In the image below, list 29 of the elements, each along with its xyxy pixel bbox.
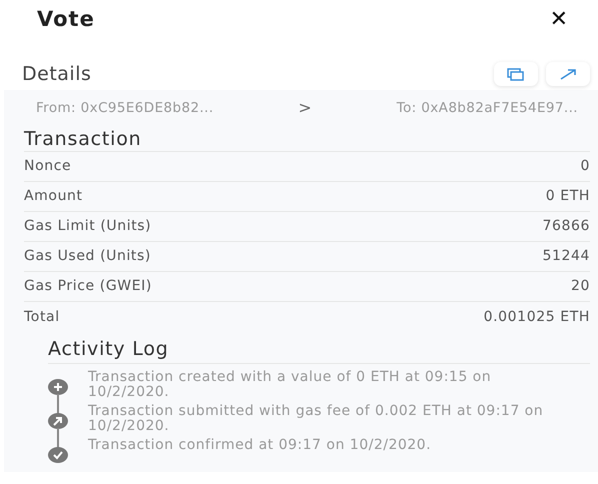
log-entry: Transaction created with a value of 0 ETH at 09:15 on 10/2/2020.: [88, 370, 492, 402]
section-title: Activity Log: [48, 336, 590, 364]
section-title: Details: [22, 62, 92, 87]
to-address: To: 0xA8b82aF7E54E97...: [396, 98, 578, 118]
row-label: Gas Used (Units): [24, 247, 151, 266]
check-icon: [48, 446, 68, 464]
from-address: From: 0xC95E6DE8b82...: [36, 98, 214, 118]
row-value: 51244: [542, 247, 590, 266]
row-value: 0.001025 ETH: [484, 308, 590, 326]
close-button[interactable]: ✕: [550, 9, 568, 31]
row-label: Nonce: [24, 157, 72, 176]
log-entry: Transaction submitted with gas fee of 0.002 ETH at 09:17 on 10/2/2020.: [88, 404, 544, 436]
dialog-title: Vote: [37, 6, 95, 34]
row-label: Gas Limit (Units): [24, 217, 152, 236]
row-label: Total: [24, 308, 60, 326]
row-value: 20: [570, 277, 590, 296]
open-external-button[interactable]: [546, 62, 590, 86]
row-value: 76866: [542, 217, 590, 236]
log-entry: Transaction confirmed at 09:17 on 10/2/2020.: [88, 438, 432, 455]
copy-icon: [507, 68, 525, 80]
copy-button[interactable]: [494, 62, 538, 86]
row-value: 0: [580, 157, 590, 176]
row-label: Amount: [24, 187, 83, 206]
section-title: Transaction: [24, 126, 590, 152]
row-value: 0 ETH: [546, 187, 590, 206]
separator-icon: >: [298, 96, 312, 120]
row-label: Gas Price (GWEI): [24, 277, 152, 296]
plus-icon: [48, 378, 68, 396]
arrow-icon: [559, 68, 577, 80]
